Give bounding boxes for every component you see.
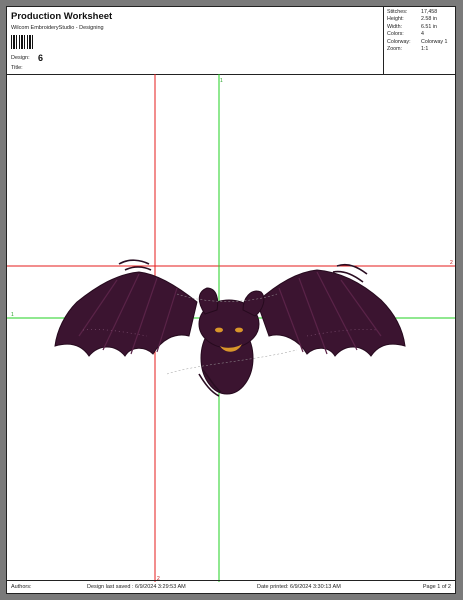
- guide-top-marker: 1: [220, 78, 223, 84]
- date-printed: Date printed: 6/9/2024 3:30:13 AM: [257, 584, 341, 590]
- software-name: Wilcom EmbroideryStudio - Designing: [11, 25, 104, 31]
- stat-height: Height: 2.58 in: [387, 16, 452, 23]
- bat-left-eye: [215, 327, 223, 333]
- stat-width: Width: 6.51 in: [387, 24, 452, 31]
- stat-value: 1:1: [421, 45, 429, 52]
- stat-label: Width:: [387, 23, 403, 30]
- design-canvas: 1 2 1 2: [7, 74, 455, 582]
- design-preview: 1 2 1 2: [7, 74, 455, 582]
- stat-value: 6.51 in: [421, 23, 437, 30]
- worksheet-footer: Authors: Design last saved : 6/9/2024 3:…: [7, 580, 455, 593]
- stat-value: 17,458: [421, 9, 438, 15]
- bat-left-wing: [54, 271, 198, 357]
- bat-right-wing: [256, 269, 406, 357]
- bat-embroidery: [54, 259, 406, 397]
- stat-value: Colorway 1: [421, 38, 448, 45]
- stat-label: Zoom:: [387, 45, 403, 52]
- worksheet-page: Production Worksheet Wilcom EmbroiderySt…: [6, 6, 456, 594]
- design-stats-panel: Stitches: 17,458 Height: 2.58 in Width: …: [383, 7, 455, 74]
- worksheet-header: Production Worksheet Wilcom EmbroiderySt…: [7, 7, 455, 75]
- stat-value: 4: [421, 31, 424, 38]
- guide-right-marker: 2: [450, 260, 453, 266]
- page-number: Page 1 of 2: [422, 584, 451, 590]
- authors-label: Authors:: [11, 584, 32, 590]
- stat-colors: Colors: 4: [387, 31, 452, 38]
- bat-left-ear: [198, 287, 219, 315]
- design-label: Design:: [11, 55, 30, 61]
- stat-label: Colorway:: [387, 38, 411, 45]
- stat-label: Height:: [387, 16, 404, 23]
- bat-right-eye: [235, 327, 243, 333]
- worksheet-title: Production Worksheet: [11, 11, 113, 22]
- stat-zoom: Zoom: 1:1: [387, 46, 452, 53]
- design-number: 6: [38, 53, 44, 63]
- stat-stitches: Stitches: 17,458: [387, 9, 452, 16]
- guide-left-marker: 1: [11, 312, 14, 318]
- stat-value: 2.58 in: [421, 16, 437, 23]
- barcode-icon: [11, 35, 33, 49]
- title-label: Title:: [11, 65, 23, 71]
- stat-label: Stitches:: [387, 9, 408, 15]
- stat-label: Colors:: [387, 31, 404, 38]
- last-saved: Design last saved : 6/9/2024 3:29:53 AM: [87, 584, 186, 590]
- stat-colorway: Colorway: Colorway 1: [387, 39, 452, 46]
